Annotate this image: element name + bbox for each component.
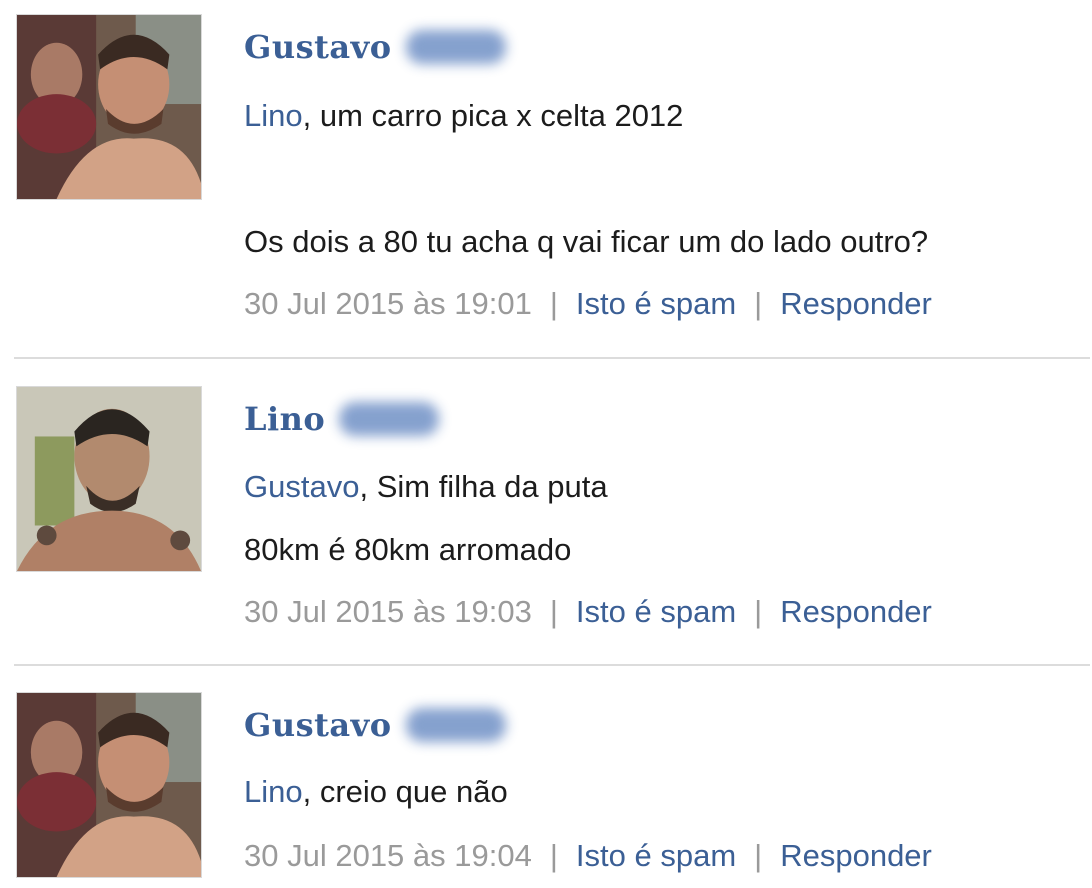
separator: | bbox=[754, 286, 763, 321]
spam-link[interactable]: Isto é spam bbox=[576, 592, 736, 632]
comma: , bbox=[359, 469, 377, 504]
spam-link[interactable]: Isto é spam bbox=[576, 284, 736, 324]
blurred-surname bbox=[405, 30, 506, 64]
comment-divider bbox=[14, 357, 1090, 359]
separator: | bbox=[754, 594, 763, 629]
blurred-surname bbox=[405, 708, 506, 742]
author-name[interactable]: Gustavo bbox=[244, 706, 392, 744]
comment-text-line: Os dois a 80 tu acha q vai ficar um do l… bbox=[244, 222, 928, 262]
reply-link[interactable]: Responder bbox=[780, 836, 932, 876]
mention-link[interactable]: Lino bbox=[244, 98, 303, 133]
mention-link[interactable]: Lino bbox=[244, 774, 303, 809]
comment-text-line: Lino, creio que não bbox=[244, 772, 508, 812]
comma: , bbox=[302, 774, 320, 809]
separator: | bbox=[754, 838, 763, 873]
comment-meta: 30 Jul 2015 às 19:01 | Isto é spam | Res… bbox=[244, 284, 932, 324]
comment-meta: 30 Jul 2015 às 19:04 | Isto é spam | Res… bbox=[244, 836, 932, 876]
comment-text: Sim filha da puta bbox=[376, 469, 608, 504]
avatar[interactable] bbox=[16, 386, 202, 572]
comment-text-line: Gustavo, Sim filha da puta bbox=[244, 467, 608, 507]
comment-divider bbox=[14, 664, 1090, 666]
comment-text-line: Lino, um carro pica x celta 2012 bbox=[244, 96, 683, 136]
separator: | bbox=[549, 838, 558, 873]
author-row: Gustavo bbox=[244, 22, 506, 72]
comment-text: um carro pica x celta 2012 bbox=[319, 98, 684, 133]
author-name[interactable]: Gustavo bbox=[244, 28, 392, 66]
author-row: Gustavo bbox=[244, 700, 506, 750]
mention-link[interactable]: Gustavo bbox=[244, 469, 359, 504]
comment-text-line: 80km é 80km arromado bbox=[244, 530, 571, 570]
comment-text: Os dois a 80 tu acha q vai ficar um do l… bbox=[244, 224, 929, 259]
separator: | bbox=[549, 594, 558, 629]
author-name[interactable]: Lino bbox=[244, 400, 325, 438]
author-row: Lino bbox=[244, 394, 440, 444]
comment-text: creio que não bbox=[319, 774, 508, 809]
comment-text: 80km é 80km arromado bbox=[244, 532, 572, 567]
blurred-surname bbox=[339, 402, 440, 436]
timestamp: 30 Jul 2015 às 19:04 bbox=[244, 838, 532, 873]
timestamp: 30 Jul 2015 às 19:03 bbox=[244, 594, 532, 629]
avatar[interactable] bbox=[16, 14, 202, 200]
avatar[interactable] bbox=[16, 692, 202, 878]
reply-link[interactable]: Responder bbox=[780, 592, 932, 632]
comma: , bbox=[302, 98, 320, 133]
timestamp: 30 Jul 2015 às 19:01 bbox=[244, 286, 532, 321]
separator: | bbox=[549, 286, 558, 321]
spam-link[interactable]: Isto é spam bbox=[576, 836, 736, 876]
reply-link[interactable]: Responder bbox=[780, 284, 932, 324]
comment-meta: 30 Jul 2015 às 19:03 | Isto é spam | Res… bbox=[244, 592, 932, 632]
